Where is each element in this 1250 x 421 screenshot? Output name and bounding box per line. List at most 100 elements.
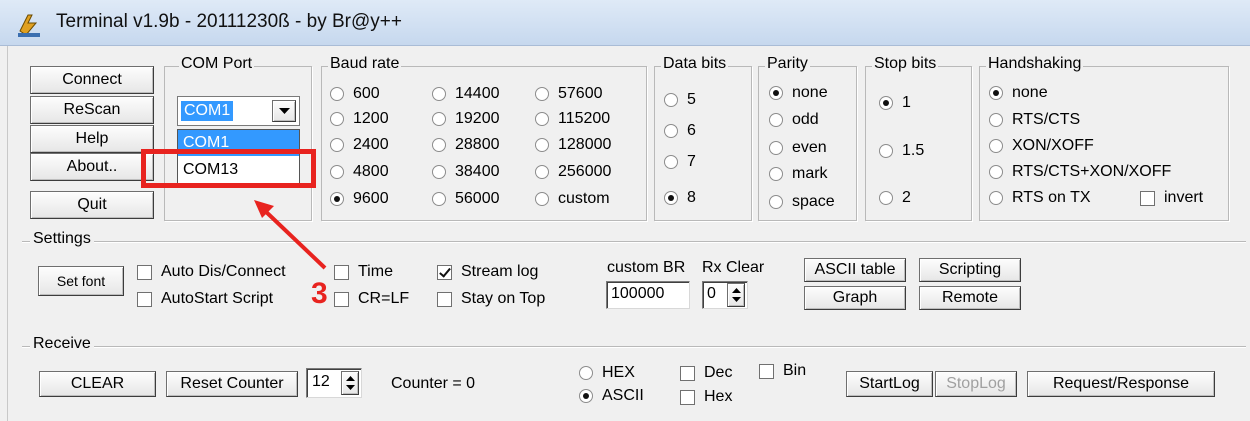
checkbox-icon	[680, 365, 695, 381]
checkbox-icon	[137, 291, 152, 307]
window-title: Terminal v1.9b - 20111230ß - by Br@y++	[56, 11, 402, 32]
radio-icon	[432, 138, 446, 152]
baud-option-custom[interactable]: custom	[535, 189, 610, 209]
stop-bits-legend: Stop bits	[872, 55, 939, 73]
annotation-highlight-box	[141, 149, 316, 188]
com-port-dropdown-button[interactable]	[272, 100, 296, 122]
stop-log-button[interactable]: StopLog	[935, 371, 1017, 397]
data-bits-option-6[interactable]: 6	[664, 121, 696, 141]
rx-clear-spin-buttons[interactable]	[727, 283, 745, 307]
baud-option-128000[interactable]: 128000	[535, 135, 611, 155]
baud-option-57600[interactable]: 57600	[535, 84, 603, 104]
stop-bits-option-1[interactable]: 1	[879, 93, 911, 113]
start-log-button[interactable]: StartLog	[846, 371, 933, 397]
handshaking-option-rts-cts-xon-xoff[interactable]: RTS/CTS+XON/XOFF	[989, 162, 1171, 182]
radio-icon	[330, 165, 344, 179]
counter-spin-buttons[interactable]	[341, 371, 359, 395]
remote-button[interactable]: Remote	[919, 286, 1021, 310]
data-bits-option-8[interactable]: 8	[664, 188, 696, 208]
rescan-button[interactable]: ReScan	[30, 96, 154, 124]
baud-option-label: 2400	[353, 136, 389, 153]
checkbox-icon	[334, 291, 349, 307]
time-checkbox[interactable]: Time	[334, 262, 393, 282]
parity-option-space[interactable]: space	[769, 192, 835, 212]
quit-button[interactable]: Quit	[30, 191, 154, 219]
time-label: Time	[358, 263, 393, 280]
ascii-table-button[interactable]: ASCII table	[804, 258, 906, 282]
about-button[interactable]: About..	[30, 153, 154, 181]
baud-option-28800[interactable]: 28800	[432, 135, 500, 155]
baud-option-4800[interactable]: 4800	[330, 162, 389, 182]
dec-checkbox[interactable]: Dec	[680, 363, 732, 383]
radio-icon	[535, 138, 549, 152]
clear-button[interactable]: CLEAR	[39, 371, 156, 397]
handshaking-option-xon-xoff[interactable]: XON/XOFF	[989, 136, 1094, 156]
handshaking-option-label: RTS/CTS	[1012, 111, 1081, 128]
baud-option-14400[interactable]: 14400	[432, 84, 500, 104]
baud-option-38400[interactable]: 38400	[432, 162, 500, 182]
radio-icon	[989, 191, 1003, 205]
baud-option-1200[interactable]: 1200	[330, 109, 389, 129]
spin-up-down-icon	[345, 376, 355, 390]
parity-option-mark[interactable]: mark	[769, 164, 828, 184]
baud-option-600[interactable]: 600	[330, 84, 380, 104]
baud-option-2400[interactable]: 2400	[330, 135, 389, 155]
radio-icon	[535, 165, 549, 179]
parity-option-label: even	[792, 139, 827, 156]
scripting-button[interactable]: Scripting	[919, 258, 1021, 282]
radio-selected-icon	[664, 191, 678, 205]
annotation-step-number: 3	[311, 277, 328, 310]
data-bits-option-5[interactable]: 5	[664, 90, 696, 110]
stop-bits-option-2[interactable]: 2	[879, 188, 911, 208]
format-option-ascii[interactable]: ASCII	[579, 386, 644, 406]
autostart-script-checkbox[interactable]: AutoStart Script	[137, 289, 273, 309]
baud-option-115200[interactable]: 115200	[535, 109, 610, 129]
stop-bits-option-1.5[interactable]: 1.5	[879, 141, 924, 161]
custom-br-input[interactable]: 100000	[606, 281, 690, 309]
set-font-button[interactable]: Set font	[38, 266, 124, 296]
radio-icon	[432, 165, 446, 179]
hex-checkbox[interactable]: Hex	[680, 387, 732, 407]
checkbox-icon	[759, 363, 774, 379]
parity-option-odd[interactable]: odd	[769, 110, 819, 130]
handshaking-option-label: XON/XOFF	[1012, 137, 1094, 154]
baud-option-256000[interactable]: 256000	[535, 162, 611, 182]
custom-br-label: custom BR	[607, 259, 686, 276]
handshaking-option-none[interactable]: none	[989, 83, 1048, 103]
radio-selected-icon	[769, 86, 783, 100]
connect-button[interactable]: Connect	[30, 66, 154, 94]
request-response-button[interactable]: Request/Response	[1027, 371, 1215, 397]
stay-on-top-checkbox[interactable]: Stay on Top	[437, 289, 545, 309]
baud-option-56000[interactable]: 56000	[432, 189, 500, 209]
graph-button[interactable]: Graph	[804, 286, 906, 310]
bin-checkbox[interactable]: Bin	[759, 361, 806, 381]
parity-option-none[interactable]: none	[769, 83, 828, 103]
parity-option-even[interactable]: even	[769, 138, 827, 158]
baud-option-19200[interactable]: 19200	[432, 109, 500, 129]
counter-spinner[interactable]: 12	[306, 368, 362, 398]
data-bits-option-7[interactable]: 7	[664, 152, 696, 172]
com-port-combobox[interactable]: COM1	[177, 96, 300, 126]
settings-legend: Settings	[30, 230, 94, 248]
handshaking-option-label: RTS/CTS+XON/XOFF	[1012, 163, 1172, 180]
handshaking-option-rts-on-tx[interactable]: RTS on TX	[989, 188, 1091, 208]
checkbox-icon	[137, 264, 152, 280]
cr-lf-checkbox[interactable]: CR=LF	[334, 289, 409, 309]
format-option-hex[interactable]: HEX	[579, 363, 635, 383]
annotation-arrow-icon	[254, 200, 327, 270]
stop-bits-option-label: 1	[902, 94, 911, 111]
stream-log-checkbox[interactable]: Stream log	[437, 262, 538, 282]
help-button[interactable]: Help	[30, 125, 154, 153]
data-bits-legend: Data bits	[661, 55, 729, 73]
invert-checkbox[interactable]: invert	[1140, 188, 1203, 208]
radio-icon	[432, 112, 446, 126]
radio-icon	[535, 112, 549, 126]
reset-counter-button[interactable]: Reset Counter	[166, 371, 298, 397]
baud-option-label: 57600	[558, 85, 603, 102]
rx-clear-spinner[interactable]: 0	[702, 281, 748, 309]
autostart-script-label: AutoStart Script	[161, 290, 274, 307]
baud-option-label: 4800	[353, 163, 389, 180]
checkbox-icon	[1140, 190, 1155, 206]
handshaking-option-rts-cts[interactable]: RTS/CTS	[989, 110, 1080, 130]
parity-option-label: mark	[792, 165, 828, 182]
